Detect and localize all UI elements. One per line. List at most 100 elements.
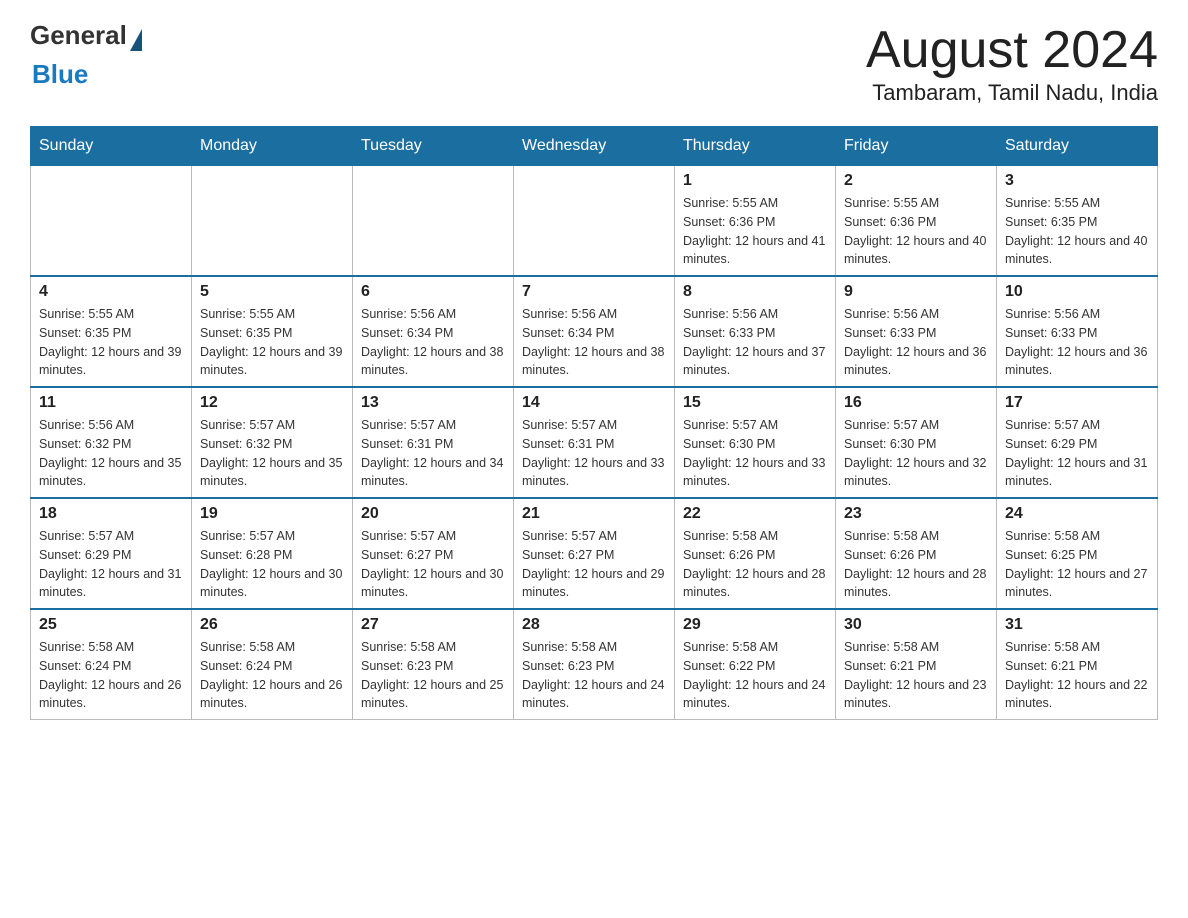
day-number: 12 — [200, 394, 344, 412]
calendar-cell: 27 Sunrise: 5:58 AMSunset: 6:23 PMDayligh… — [353, 609, 514, 720]
day-number: 16 — [844, 394, 988, 412]
calendar-cell — [514, 166, 675, 277]
calendar-cell — [31, 166, 192, 277]
calendar-table: SundayMondayTuesdayWednesdayThursdayFrid… — [30, 126, 1158, 720]
calendar-cell: 17 Sunrise: 5:57 AMSunset: 6:29 PMDayligh… — [997, 387, 1158, 498]
day-number: 7 — [522, 283, 666, 301]
day-info: Sunrise: 5:58 AMSunset: 6:24 PMDaylight:… — [200, 638, 344, 713]
calendar-cell: 18Sunrise: 5:57 AMSunset: 6:29 PMDayligh… — [31, 498, 192, 609]
day-number: 4 — [39, 283, 183, 301]
day-info: Sunrise: 5:57 AMSunset: 6:29 PMDaylight:… — [1005, 416, 1149, 491]
weekday-header-thursday: Thursday — [675, 127, 836, 166]
calendar-cell: 31 Sunrise: 5:58 AMSunset: 6:21 PMDayligh… — [997, 609, 1158, 720]
day-info: Sunrise: 5:56 AMSunset: 6:33 PMDaylight:… — [1005, 305, 1149, 380]
month-title: August 2024 — [866, 20, 1158, 80]
calendar-cell: 12Sunrise: 5:57 AMSunset: 6:32 PMDayligh… — [192, 387, 353, 498]
day-number: 10 — [1005, 283, 1149, 301]
day-info: Sunrise: 5:56 AMSunset: 6:33 PMDaylight:… — [844, 305, 988, 380]
day-info: Sunrise: 5:58 AMSunset: 6:25 PMDaylight:… — [1005, 527, 1149, 602]
day-number: 27 — [361, 616, 505, 634]
calendar-cell: 28 Sunrise: 5:58 AMSunset: 6:23 PMDayligh… — [514, 609, 675, 720]
weekday-header-monday: Monday — [192, 127, 353, 166]
calendar-cell: 5 Sunrise: 5:55 AMSunset: 6:35 PMDaylight… — [192, 276, 353, 387]
day-number: 1 — [683, 172, 827, 190]
title-area: August 2024 Tambaram, Tamil Nadu, India — [866, 20, 1158, 106]
calendar-cell: 26 Sunrise: 5:58 AMSunset: 6:24 PMDayligh… — [192, 609, 353, 720]
weekday-header-tuesday: Tuesday — [353, 127, 514, 166]
day-number: 9 — [844, 283, 988, 301]
day-number: 21 — [522, 505, 666, 523]
calendar-cell: 8 Sunrise: 5:56 AMSunset: 6:33 PMDaylight… — [675, 276, 836, 387]
logo-triangle-icon — [130, 29, 142, 51]
weekday-header-wednesday: Wednesday — [514, 127, 675, 166]
day-info: Sunrise: 5:58 AMSunset: 6:26 PMDaylight:… — [844, 527, 988, 602]
weekday-header-saturday: Saturday — [997, 127, 1158, 166]
day-info: Sunrise: 5:56 AMSunset: 6:33 PMDaylight:… — [683, 305, 827, 380]
day-number: 17 — [1005, 394, 1149, 412]
calendar-cell: 14Sunrise: 5:57 AMSunset: 6:31 PMDayligh… — [514, 387, 675, 498]
calendar-cell: 6Sunrise: 5:56 AMSunset: 6:34 PMDaylight… — [353, 276, 514, 387]
day-info: Sunrise: 5:58 AMSunset: 6:22 PMDaylight:… — [683, 638, 827, 713]
calendar-cell: 3Sunrise: 5:55 AMSunset: 6:35 PMDaylight… — [997, 166, 1158, 277]
logo: General Blue — [30, 20, 142, 90]
day-info: Sunrise: 5:58 AMSunset: 6:23 PMDaylight:… — [361, 638, 505, 713]
day-info: Sunrise: 5:55 AMSunset: 6:35 PMDaylight:… — [200, 305, 344, 380]
logo-general-text: General — [30, 20, 127, 51]
day-number: 2 — [844, 172, 988, 190]
calendar-cell: 19 Sunrise: 5:57 AMSunset: 6:28 PMDayligh… — [192, 498, 353, 609]
day-number: 20 — [361, 505, 505, 523]
calendar-cell — [353, 166, 514, 277]
day-info: Sunrise: 5:57 AMSunset: 6:28 PMDaylight:… — [200, 527, 344, 602]
day-info: Sunrise: 5:55 AMSunset: 6:35 PMDaylight:… — [39, 305, 183, 380]
day-number: 28 — [522, 616, 666, 634]
calendar-cell: 2Sunrise: 5:55 AMSunset: 6:36 PMDaylight… — [836, 166, 997, 277]
calendar-cell: 23Sunrise: 5:58 AMSunset: 6:26 PMDayligh… — [836, 498, 997, 609]
day-info: Sunrise: 5:58 AMSunset: 6:23 PMDaylight:… — [522, 638, 666, 713]
day-info: Sunrise: 5:58 AMSunset: 6:26 PMDaylight:… — [683, 527, 827, 602]
week-row-4: 18Sunrise: 5:57 AMSunset: 6:29 PMDayligh… — [31, 498, 1158, 609]
calendar-cell: 21Sunrise: 5:57 AMSunset: 6:27 PMDayligh… — [514, 498, 675, 609]
calendar-cell: 20 Sunrise: 5:57 AMSunset: 6:27 PMDayligh… — [353, 498, 514, 609]
day-number: 15 — [683, 394, 827, 412]
calendar-cell: 25 Sunrise: 5:58 AMSunset: 6:24 PMDayligh… — [31, 609, 192, 720]
calendar-cell — [192, 166, 353, 277]
calendar-cell: 10 Sunrise: 5:56 AMSunset: 6:33 PMDayligh… — [997, 276, 1158, 387]
day-number: 8 — [683, 283, 827, 301]
day-info: Sunrise: 5:57 AMSunset: 6:27 PMDaylight:… — [361, 527, 505, 602]
week-row-5: 25 Sunrise: 5:58 AMSunset: 6:24 PMDayligh… — [31, 609, 1158, 720]
location-title: Tambaram, Tamil Nadu, India — [866, 80, 1158, 106]
day-number: 31 — [1005, 616, 1149, 634]
day-number: 6 — [361, 283, 505, 301]
day-number: 19 — [200, 505, 344, 523]
calendar-cell: 1 Sunrise: 5:55 AMSunset: 6:36 PMDaylight… — [675, 166, 836, 277]
calendar-cell: 11 Sunrise: 5:56 AMSunset: 6:32 PMDayligh… — [31, 387, 192, 498]
day-info: Sunrise: 5:55 AMSunset: 6:35 PMDaylight:… — [1005, 194, 1149, 269]
weekday-header-sunday: Sunday — [31, 127, 192, 166]
calendar-cell: 15 Sunrise: 5:57 AMSunset: 6:30 PMDayligh… — [675, 387, 836, 498]
week-row-2: 4 Sunrise: 5:55 AMSunset: 6:35 PMDaylight… — [31, 276, 1158, 387]
day-number: 13 — [361, 394, 505, 412]
day-number: 5 — [200, 283, 344, 301]
calendar-cell: 4 Sunrise: 5:55 AMSunset: 6:35 PMDaylight… — [31, 276, 192, 387]
calendar-cell: 22Sunrise: 5:58 AMSunset: 6:26 PMDayligh… — [675, 498, 836, 609]
day-info: Sunrise: 5:55 AMSunset: 6:36 PMDaylight:… — [683, 194, 827, 269]
calendar-cell: 13 Sunrise: 5:57 AMSunset: 6:31 PMDayligh… — [353, 387, 514, 498]
calendar-cell: 30Sunrise: 5:58 AMSunset: 6:21 PMDayligh… — [836, 609, 997, 720]
day-info: Sunrise: 5:58 AMSunset: 6:24 PMDaylight:… — [39, 638, 183, 713]
day-info: Sunrise: 5:57 AMSunset: 6:29 PMDaylight:… — [39, 527, 183, 602]
weekday-header-friday: Friday — [836, 127, 997, 166]
day-info: Sunrise: 5:56 AMSunset: 6:32 PMDaylight:… — [39, 416, 183, 491]
day-number: 26 — [200, 616, 344, 634]
weekday-header-row: SundayMondayTuesdayWednesdayThursdayFrid… — [31, 127, 1158, 166]
day-info: Sunrise: 5:57 AMSunset: 6:30 PMDaylight:… — [683, 416, 827, 491]
day-number: 29 — [683, 616, 827, 634]
week-row-3: 11 Sunrise: 5:56 AMSunset: 6:32 PMDayligh… — [31, 387, 1158, 498]
week-row-1: 1 Sunrise: 5:55 AMSunset: 6:36 PMDaylight… — [31, 166, 1158, 277]
header: General Blue August 2024 Tambaram, Tamil… — [30, 20, 1158, 106]
day-info: Sunrise: 5:58 AMSunset: 6:21 PMDaylight:… — [1005, 638, 1149, 713]
day-info: Sunrise: 5:57 AMSunset: 6:30 PMDaylight:… — [844, 416, 988, 491]
day-number: 11 — [39, 394, 183, 412]
calendar-cell: 29 Sunrise: 5:58 AMSunset: 6:22 PMDayligh… — [675, 609, 836, 720]
day-info: Sunrise: 5:57 AMSunset: 6:31 PMDaylight:… — [361, 416, 505, 491]
day-number: 25 — [39, 616, 183, 634]
